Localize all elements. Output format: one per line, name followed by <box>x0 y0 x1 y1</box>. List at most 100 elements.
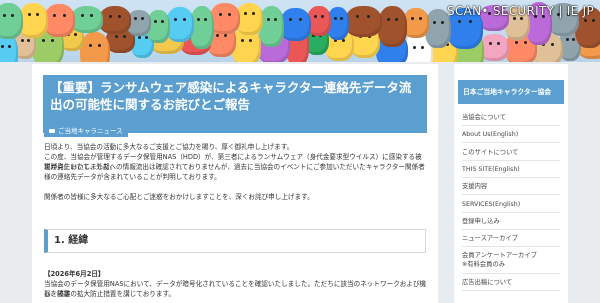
mascot-figure <box>99 6 131 35</box>
divider <box>462 177 560 178</box>
sidebar-item-news-archive[interactable]: ニュースアーカイブ <box>462 234 558 243</box>
mascot-eye <box>98 44 101 48</box>
paragraph-status: 現時点において、外部への情報流出は確認されておりませんが、過去に当協会のイベント… <box>44 163 425 181</box>
mascot-eye <box>53 14 57 18</box>
mascot-eye <box>74 32 78 36</box>
mascot-eye <box>134 17 138 21</box>
sidebar-item-advertising[interactable]: 広告出稿について <box>462 278 558 287</box>
mascot-eye <box>90 14 94 18</box>
mascot-figure <box>166 7 194 43</box>
mascot-figure <box>345 5 382 37</box>
divider <box>462 273 560 274</box>
mascot-eye <box>333 17 337 21</box>
sidebar: 日本ご当地キャラクター協会 当協会について About Us(English) … <box>454 64 568 303</box>
mascot-eye <box>174 17 178 21</box>
mascot-figure <box>378 5 407 47</box>
mascot-eye <box>266 18 270 22</box>
mascot-eye <box>583 18 587 22</box>
mascot-figure <box>210 3 240 35</box>
divider <box>462 194 560 195</box>
sidebar-item-about[interactable]: 当協会について <box>462 113 558 122</box>
mascot-eye <box>572 38 576 42</box>
mascot-eye <box>410 16 414 20</box>
mascot-eye <box>249 39 253 43</box>
mascot-eye <box>440 20 444 24</box>
mascot-eye <box>215 33 219 37</box>
mascot-eye <box>274 18 277 22</box>
mascot-eye <box>224 33 228 37</box>
divider <box>462 290 560 291</box>
mascot-eye <box>421 45 425 49</box>
mascot-eye <box>228 12 231 16</box>
paragraph-greeting: 日頃より、当協会の活動に多大なるご支援とご協力を賜り、厚く御礼申し上げます。 <box>44 143 294 151</box>
mascot-figure <box>280 8 311 42</box>
folder-icon <box>49 129 55 133</box>
mascot-eye <box>182 17 186 21</box>
sidebar-item-this-site[interactable]: このサイトについて <box>462 148 558 157</box>
mascot-eye <box>592 18 596 22</box>
mascot-eye <box>108 14 112 18</box>
sidebar-item-this-site-en[interactable]: THIS SITE(English) <box>462 165 558 174</box>
mascot-eye <box>27 13 31 17</box>
mascot-eye <box>252 12 256 16</box>
sidebar-item-services-en[interactable]: SERVICES(English) <box>462 200 558 209</box>
mascot-figure <box>259 5 284 47</box>
sidebar-item-survey-archive[interactable]: 会員アンケートアーカイブ ※有料会員のみ <box>462 251 558 269</box>
article-card: 【重要】ランサムウェア感染によるキャラクター連絡先データ流出の可能性に関するお詫… <box>32 64 438 303</box>
mascot-eye <box>114 34 118 38</box>
mascot-eye <box>141 17 145 21</box>
mascot-eye <box>36 13 40 17</box>
mascot-eye <box>356 14 360 18</box>
mascot-eye <box>418 16 422 20</box>
mascot-eye <box>395 17 399 21</box>
sidebar-item-services[interactable]: 支援内容 <box>462 182 558 191</box>
mascot-eye <box>80 14 84 18</box>
category-tag-label: ご当地キャラニュース <box>58 127 123 135</box>
divider <box>462 160 560 161</box>
mascot-figure <box>71 5 103 33</box>
mascot-eye <box>118 14 122 18</box>
mascot-figure <box>236 2 263 35</box>
mascot-eye <box>240 39 244 43</box>
mascot-eye <box>524 41 528 45</box>
header-banner: SCAN• SECURITY | IE JP <box>0 0 600 62</box>
paragraph-detail-cont: し、被害の拡大防止措置を講じております。 <box>44 290 176 298</box>
mascot-eye <box>468 20 472 24</box>
mascot-eye <box>89 44 92 48</box>
mascot-eye <box>367 14 371 18</box>
sidebar-item-register[interactable]: 登録申し込み <box>462 217 558 226</box>
mascot-eye <box>457 20 461 24</box>
divider <box>462 229 560 230</box>
mascot-eye <box>551 42 554 46</box>
mascot-eye <box>340 17 344 21</box>
mascot-eye <box>244 12 248 16</box>
mascot-figure <box>0 2 23 39</box>
mascot-eye <box>514 41 518 45</box>
mascot-eye <box>51 38 55 42</box>
mascot-eye <box>20 39 24 43</box>
mascot-eye <box>41 38 45 42</box>
mascot-figure <box>80 32 110 62</box>
category-tag[interactable]: ご当地キャラニュース <box>44 125 128 137</box>
divider <box>462 125 560 126</box>
mascot-eye <box>8 44 12 48</box>
mascot-eye <box>160 19 164 23</box>
section-heading: 1. 経緯 <box>44 229 426 253</box>
mascot-eye <box>204 18 208 22</box>
divider <box>462 246 560 247</box>
mascot-figure <box>480 33 509 61</box>
mascot-eye <box>219 12 222 16</box>
sidebar-item-about-en[interactable]: About Us(English) <box>462 130 558 139</box>
mascot-eye <box>137 35 141 39</box>
mascot-eye <box>289 17 293 21</box>
mascot-eye <box>488 41 492 45</box>
mascot-figure <box>44 4 75 38</box>
mascot-eye <box>153 19 157 23</box>
mascot-eye <box>62 14 66 18</box>
sidebar-item-survey-note: ※有料会員のみ <box>462 261 506 268</box>
divider <box>462 212 560 213</box>
watermark: SCAN• SECURITY | IE JP <box>447 4 594 18</box>
mascot-eye <box>27 39 31 43</box>
mascot-eye <box>321 14 325 18</box>
section-heading-text: 1. 経緯 <box>54 235 89 246</box>
